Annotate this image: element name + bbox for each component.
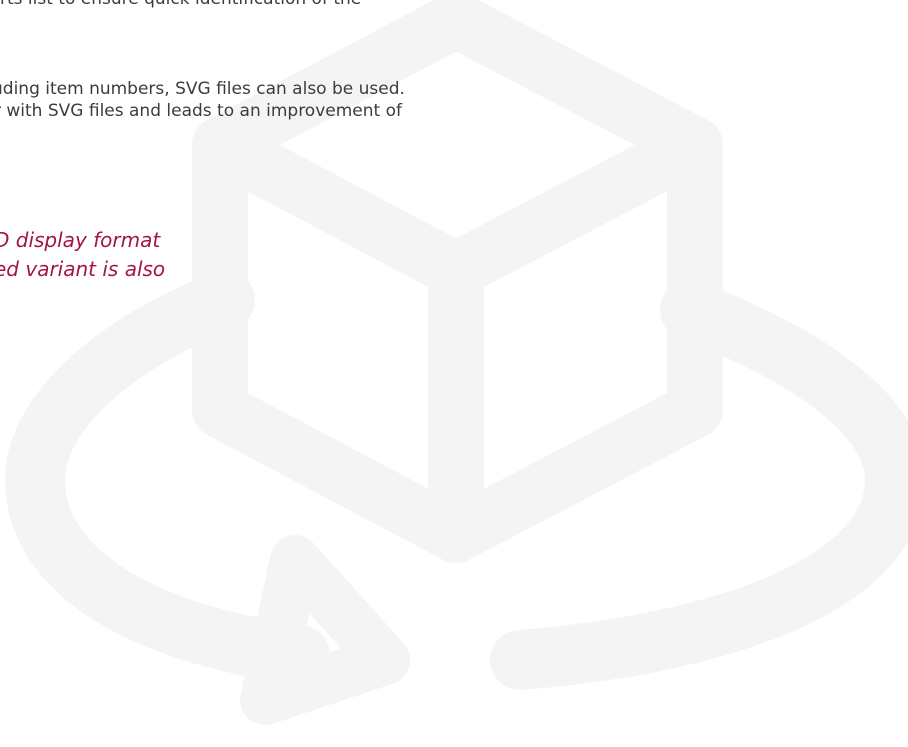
paragraph-text: uding item numbers, SVG files can also b… [0, 79, 405, 99]
paragraph-text: r with SVG files and leads to an improve… [0, 101, 402, 121]
quote-text: D display format [0, 228, 161, 252]
page-content: rts list to ensure quick identification … [0, 0, 908, 747]
quote-text: ed variant is also [0, 257, 166, 281]
paragraph-text: rts list to ensure quick identification … [0, 0, 361, 10]
